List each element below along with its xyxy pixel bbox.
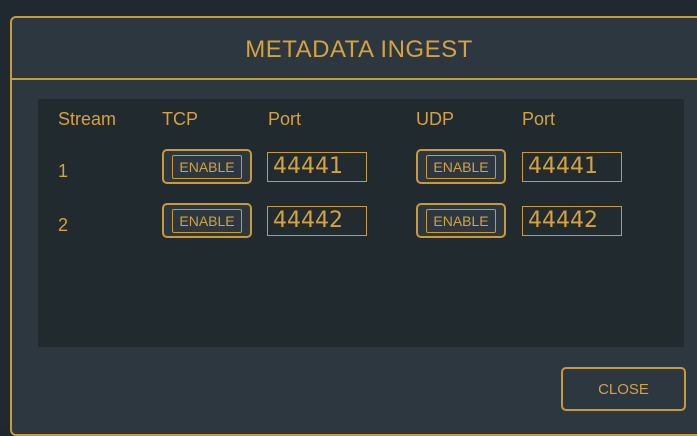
column-header-tcp-port: Port	[268, 109, 302, 129]
column-header-udp: UDP	[416, 109, 455, 129]
tcp-enable-label: ENABLE	[172, 154, 242, 179]
metadata-ingest-dialog: METADATA INGEST Stream TCP Port UDP Port…	[10, 16, 697, 436]
column-header-tcp: TCP	[162, 109, 198, 129]
udp-enable-button[interactable]: ENABLE	[416, 149, 506, 184]
close-button[interactable]: CLOSE	[561, 367, 686, 411]
dialog-title: METADATA INGEST	[245, 36, 473, 63]
tcp-enable-button[interactable]: ENABLE	[162, 149, 252, 184]
dialog-header: METADATA INGEST	[12, 18, 697, 80]
tcp-enable-button[interactable]: ENABLE	[162, 203, 252, 238]
column-header-stream: Stream	[58, 109, 117, 129]
udp-enable-button[interactable]: ENABLE	[416, 203, 506, 238]
udp-port-input[interactable]: 44442	[522, 206, 622, 236]
stream-number: 2	[58, 215, 69, 235]
udp-port-input[interactable]: 44441	[522, 152, 622, 182]
tcp-port-input[interactable]: 44442	[267, 206, 367, 236]
udp-enable-label: ENABLE	[426, 154, 496, 179]
tcp-port-input[interactable]: 44441	[267, 152, 367, 182]
stream-number: 1	[58, 161, 69, 181]
column-header-udp-port: Port	[522, 109, 556, 129]
udp-enable-label: ENABLE	[426, 208, 496, 233]
tcp-enable-label: ENABLE	[172, 208, 242, 233]
streams-panel: Stream TCP Port UDP Port 1 ENABLE 44441 …	[38, 99, 684, 347]
